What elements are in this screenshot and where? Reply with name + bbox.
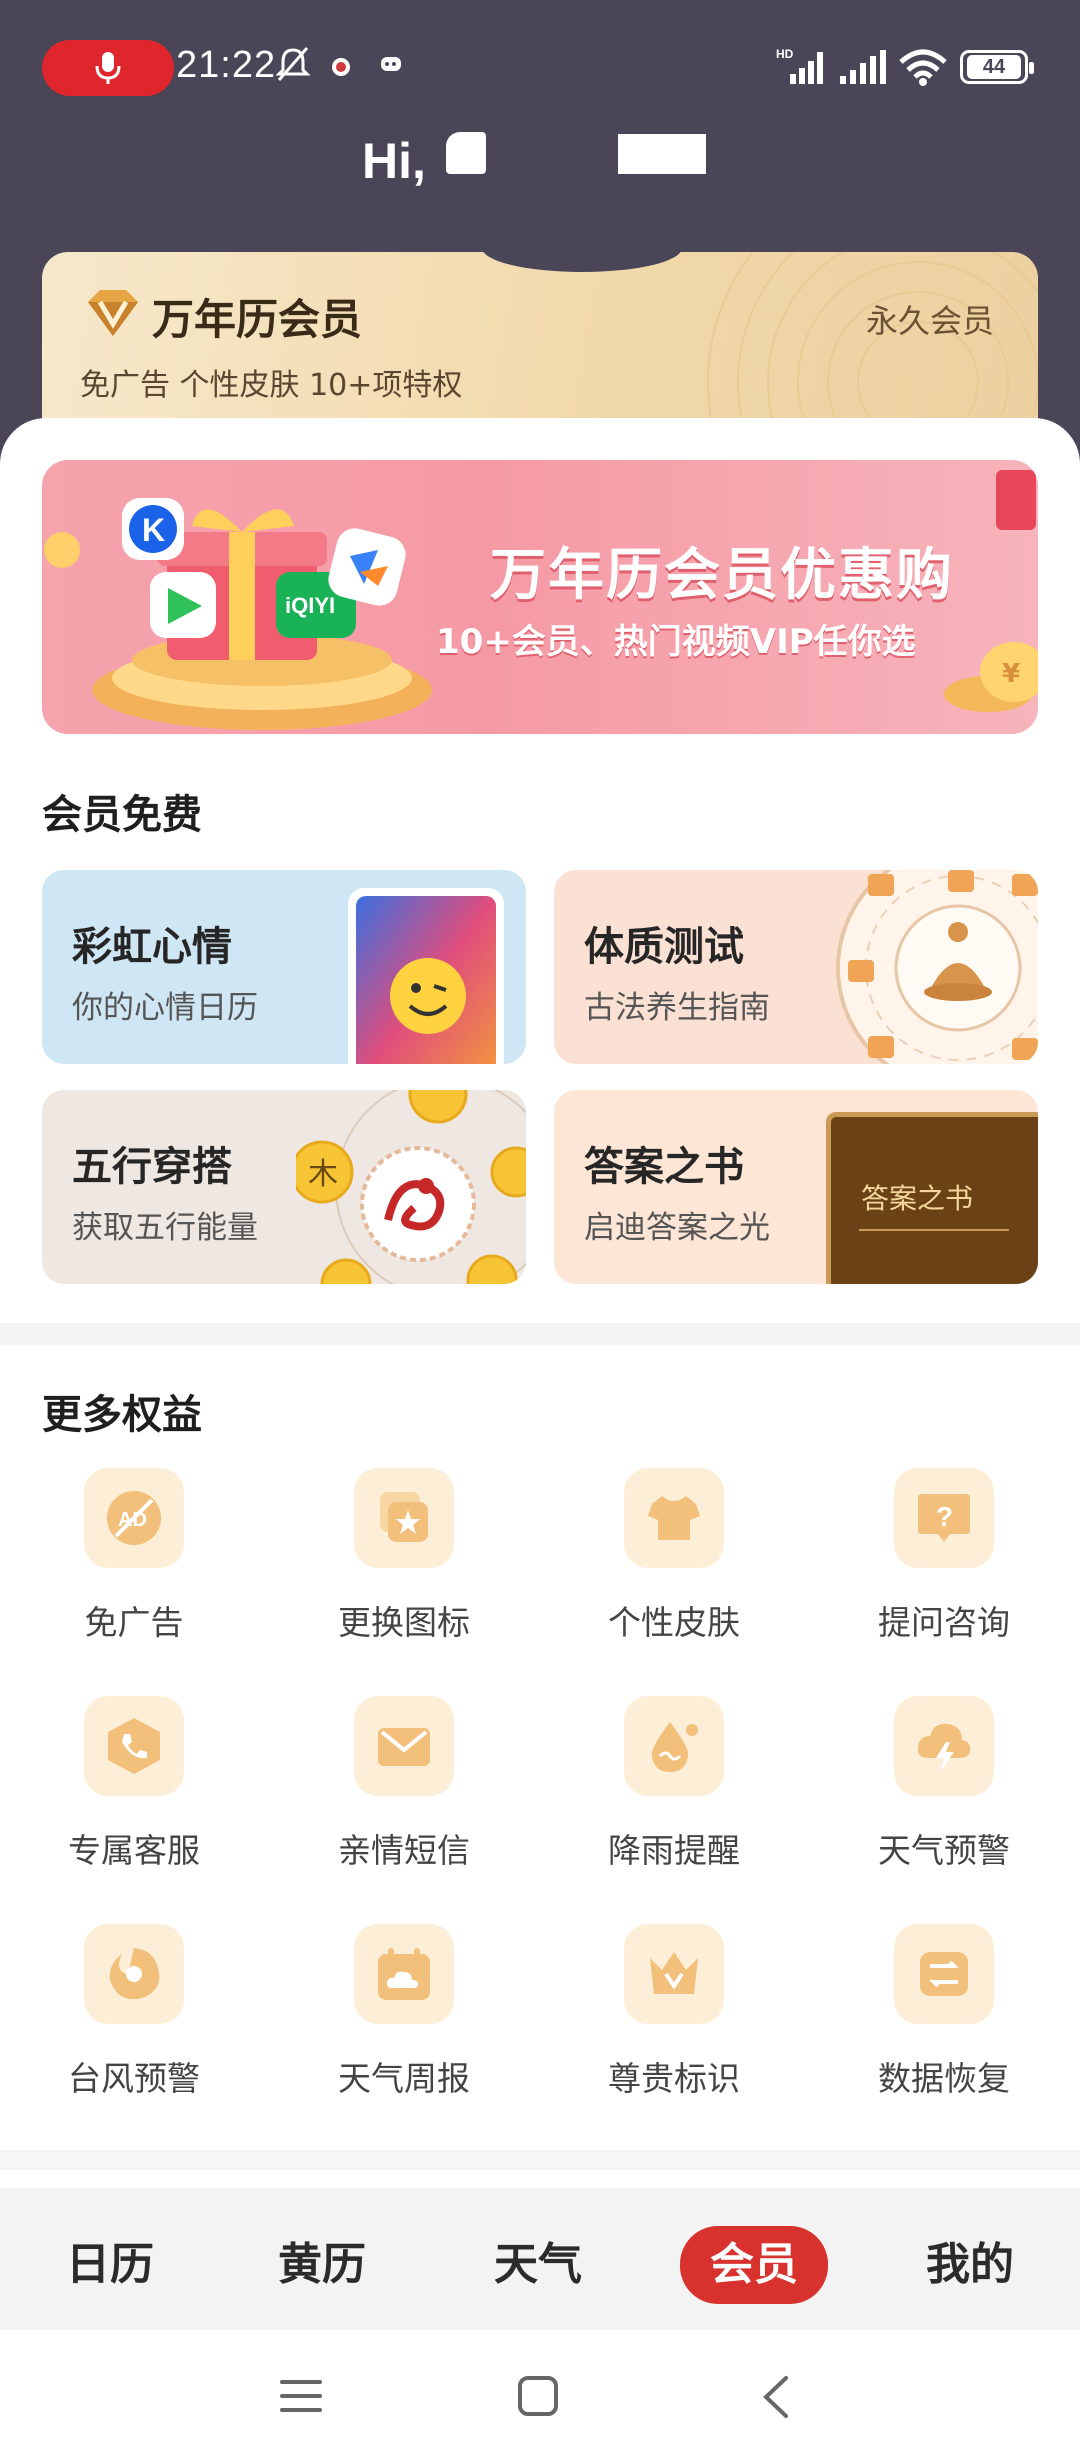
menu-icon[interactable] xyxy=(278,2376,324,2416)
card-five-elements-outfit[interactable]: 五行穿搭 获取五行能量 木 xyxy=(42,1090,526,1284)
svg-text:¥: ¥ xyxy=(1002,659,1020,689)
card-subtitle: 你的心情日历 xyxy=(72,990,258,1026)
benefit-family-sms[interactable]: 亲情短信 xyxy=(304,1696,504,1896)
card-constitution-test[interactable]: 体质测试 古法养生指南 xyxy=(554,870,1038,1064)
greeting-text: Hi, xyxy=(362,133,426,189)
section-divider xyxy=(0,1323,1080,1345)
benefit-label: 亲情短信 xyxy=(338,1831,470,1870)
benefit-consult[interactable]: ? 提问咨询 xyxy=(844,1468,1044,1668)
benefit-label: 数据恢复 xyxy=(878,2059,1010,2098)
signal-hd-icon: HD xyxy=(776,47,823,84)
benefit-label: 尊贵标识 xyxy=(608,2059,740,2098)
benefit-weather-warning[interactable]: 天气预警 xyxy=(844,1696,1044,1896)
chat-notification-icon xyxy=(381,57,401,71)
tab-calendar[interactable]: 日历 xyxy=(60,2230,160,2300)
bell-off-icon xyxy=(276,47,310,81)
card-subtitle: 启迪答案之光 xyxy=(584,1210,770,1246)
vip-title: 万年历会员 xyxy=(152,295,363,344)
benefit-change-icon[interactable]: 更换图标 xyxy=(304,1468,504,1668)
phone-icon xyxy=(84,1696,184,1796)
benefit-typhoon-alert[interactable]: 台风预警 xyxy=(34,1924,234,2124)
benefit-label: 专属客服 xyxy=(68,1831,200,1870)
card-subtitle: 获取五行能量 xyxy=(72,1210,258,1246)
dragon-coin-icon: 木 xyxy=(296,1090,526,1284)
banner-title: 万年历会员优惠购 xyxy=(490,543,954,608)
vip-description: 免广告 个性皮肤 10+项特权 xyxy=(80,368,463,403)
answer-book-cover: 答案之书 xyxy=(826,1112,1038,1284)
tab-mine[interactable]: 我的 xyxy=(920,2230,1020,2300)
home-icon[interactable] xyxy=(516,2374,560,2418)
app-notification-icon xyxy=(332,58,350,76)
card-title: 五行穿搭 xyxy=(72,1144,232,1190)
back-icon[interactable] xyxy=(760,2374,792,2420)
card-title: 彩虹心情 xyxy=(72,924,232,970)
benefit-label: 台风预警 xyxy=(68,2059,200,2098)
status-time: 21:22 xyxy=(176,44,277,86)
smiley-phone-icon xyxy=(348,888,504,1064)
meditation-wheel-icon xyxy=(836,870,1038,1064)
svg-text:?: ? xyxy=(936,1501,953,1532)
data-restore-icon xyxy=(894,1924,994,2024)
crown-icon xyxy=(624,1924,724,2024)
benefit-weather-weekly[interactable]: 天气周报 xyxy=(304,1924,504,2124)
free-section-title: 会员免费 xyxy=(42,792,202,838)
change-icon-icon xyxy=(354,1468,454,1568)
benefit-data-restore[interactable]: 数据恢复 xyxy=(844,1924,1044,2124)
card-book-of-answers[interactable]: 答案之书 启迪答案之光 答案之书 xyxy=(554,1090,1038,1284)
gift-box-illustration: K iQIYI xyxy=(44,498,432,730)
battery-level: 44 xyxy=(967,55,1021,79)
redacted-username-part xyxy=(618,134,706,174)
wifi-icon xyxy=(899,49,947,86)
benefit-label: 个性皮肤 xyxy=(608,1603,740,1642)
card-title: 体质测试 xyxy=(584,924,744,970)
iqiyi-logo-text: iQIYI xyxy=(285,593,335,618)
tab-membership[interactable]: 会员 xyxy=(680,2226,828,2304)
tab-almanac[interactable]: 黄历 xyxy=(272,2230,372,2300)
benefit-label: 天气预警 xyxy=(878,1831,1010,1870)
vip-diamond-icon xyxy=(88,290,138,336)
status-bar: 21:22 HD 44 xyxy=(0,0,1080,130)
raindrop-icon xyxy=(624,1696,724,1796)
svg-text:K: K xyxy=(142,512,165,548)
benefit-skins[interactable]: 个性皮肤 xyxy=(574,1468,774,1668)
benefit-no-ads[interactable]: AD 免广告 xyxy=(34,1468,234,1668)
no-ads-icon: AD xyxy=(84,1468,184,1568)
more-section-title: 更多权益 xyxy=(42,1392,202,1438)
weather-report-icon xyxy=(354,1924,454,2024)
microphone-icon xyxy=(95,52,121,84)
card-title: 答案之书 xyxy=(584,1144,744,1190)
system-nav-bar xyxy=(0,2330,1080,2460)
storm-cloud-icon xyxy=(894,1696,994,1796)
question-icon: ? xyxy=(894,1468,994,1568)
typhoon-icon xyxy=(84,1924,184,2024)
svg-text:HD: HD xyxy=(776,47,794,61)
tshirt-icon xyxy=(624,1468,724,1568)
bottom-tab-bar: 日历 黄历 天气 会员 我的 xyxy=(0,2188,1080,2330)
benefit-label: 提问咨询 xyxy=(878,1603,1010,1642)
promo-banner[interactable]: K iQIYI ¥ 万年历会员优惠购 10+会员、热门视频VIP任你选 xyxy=(42,460,1038,734)
benefit-label: 免广告 xyxy=(84,1603,184,1642)
benefit-label: 更换图标 xyxy=(338,1603,470,1642)
bottom-divider xyxy=(0,2150,1080,2170)
benefit-label: 降雨提醒 xyxy=(608,1831,740,1870)
tab-weather[interactable]: 天气 xyxy=(488,2230,588,2300)
signal-icon xyxy=(840,50,886,84)
battery-indicator: 44 xyxy=(960,50,1034,84)
card-rainbow-mood[interactable]: 彩虹心情 你的心情日历 xyxy=(42,870,526,1064)
card-subtitle: 古法养生指南 xyxy=(584,990,770,1026)
benefit-label: 天气周报 xyxy=(338,2059,470,2098)
svg-text:木: 木 xyxy=(308,1157,338,1192)
redacted-username xyxy=(446,132,486,174)
answer-book-cover-title: 答案之书 xyxy=(861,1182,974,1215)
benefit-customer-service[interactable]: 专属客服 xyxy=(34,1696,234,1896)
book-ornament xyxy=(859,1229,1009,1231)
recording-indicator[interactable] xyxy=(42,40,174,96)
benefit-vip-badge[interactable]: 尊贵标识 xyxy=(574,1924,774,2124)
envelope-icon xyxy=(354,1696,454,1796)
banner-subtitle: 10+会员、热门视频VIP任你选 xyxy=(436,622,916,662)
vip-status: 永久会员 xyxy=(865,302,994,340)
benefit-rain-alert[interactable]: 降雨提醒 xyxy=(574,1696,774,1896)
